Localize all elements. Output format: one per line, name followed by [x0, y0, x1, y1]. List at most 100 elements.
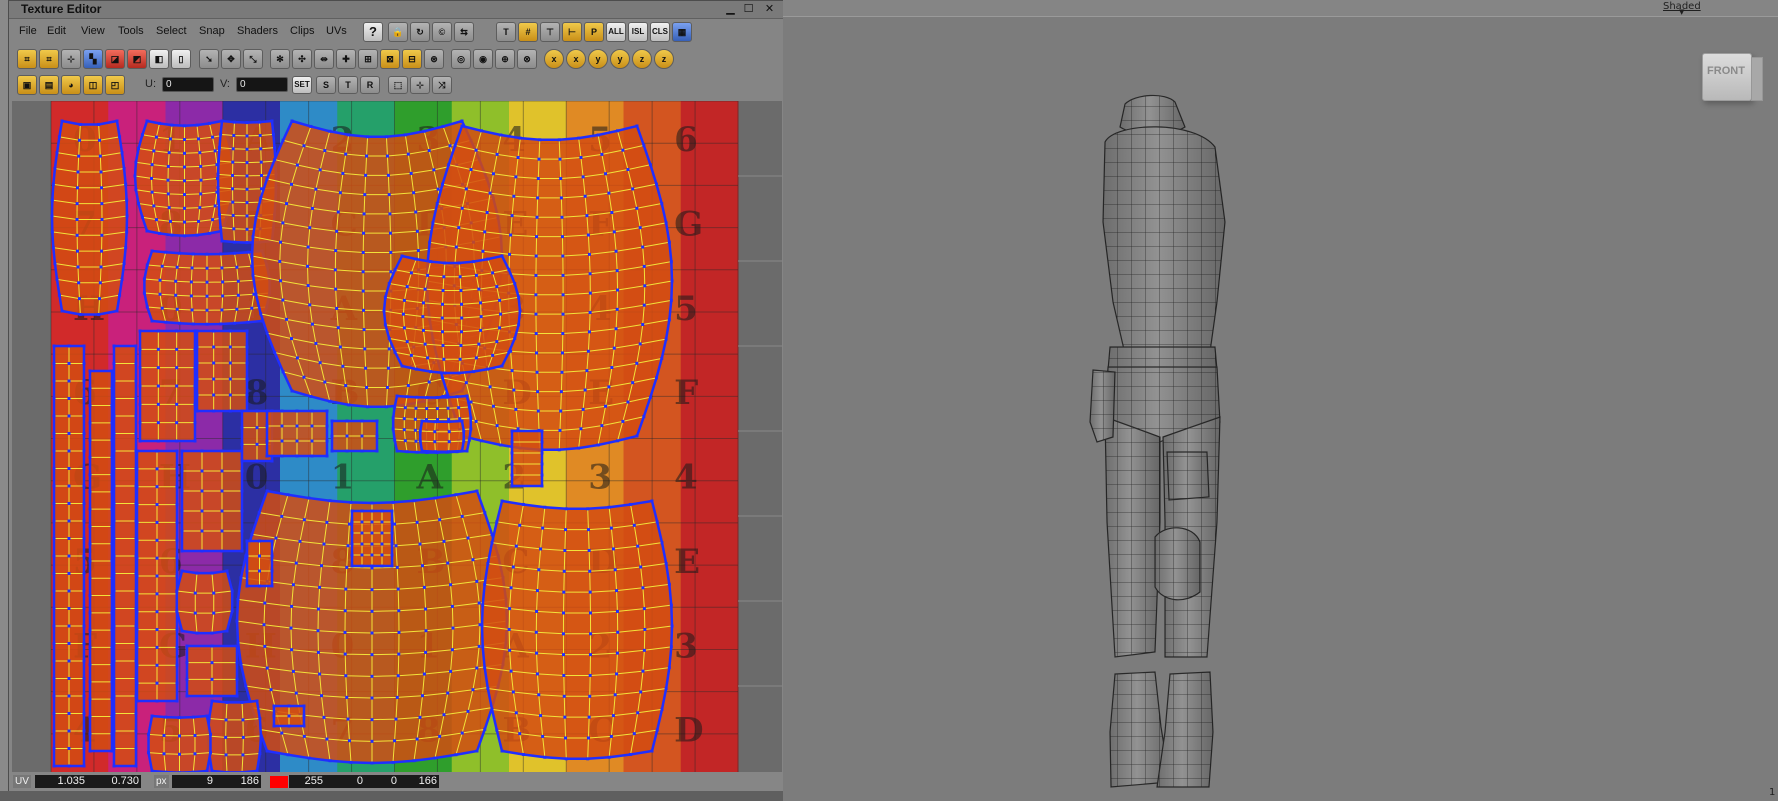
- view-cube-front-face[interactable]: [1702, 53, 1752, 101]
- y-minus-icon[interactable]: y: [610, 49, 630, 69]
- checker-icon[interactable]: ▚: [83, 49, 103, 69]
- merge-icon[interactable]: ⊞: [358, 49, 378, 69]
- move-icon[interactable]: ✥: [221, 49, 241, 69]
- uv-shell[interactable]: [112, 344, 138, 768]
- uv-shell[interactable]: [185, 644, 239, 698]
- uv-shell[interactable]: [52, 344, 86, 768]
- cross-icon[interactable]: ✚: [336, 49, 356, 69]
- planar-icon[interactable]: ◰: [105, 75, 125, 95]
- uv-shell[interactable]: [382, 254, 522, 375]
- y-plus-icon[interactable]: y: [588, 49, 608, 69]
- menu-edit[interactable]: Edit: [47, 25, 66, 37]
- flip-icon[interactable]: ◪: [105, 49, 125, 69]
- bbox-icon[interactable]: ⬚: [388, 76, 408, 94]
- uv-shell[interactable]: [138, 329, 197, 443]
- uv-canvas[interactable]: 01A2345678BCDEFGH01A2345678BCDEFGH01A234…: [12, 101, 782, 776]
- pack-icon[interactable]: ⊛: [424, 49, 444, 69]
- view-cube-side-face[interactable]: [1751, 57, 1763, 101]
- text-tool-icon[interactable]: T: [496, 22, 516, 42]
- frame-all-icon[interactable]: ◉: [473, 49, 493, 69]
- 3d-viewport[interactable]: Shaded ▼ FRONT 1: [783, 0, 1778, 801]
- mirror-icon[interactable]: ◩: [127, 49, 147, 69]
- uv-shell[interactable]: [330, 419, 379, 453]
- uv-shell[interactable]: [88, 369, 114, 753]
- help-icon[interactable]: ?: [363, 22, 383, 42]
- swap-icon[interactable]: ⇆: [454, 22, 474, 42]
- px-label: px: [154, 775, 169, 788]
- menu-uvs[interactable]: UVs: [326, 25, 347, 37]
- uv-shell[interactable]: [50, 119, 129, 316]
- maximize-icon[interactable]: ☐: [740, 2, 757, 16]
- select-arrow-icon[interactable]: ➘: [199, 49, 219, 69]
- uv-shell[interactable]: [175, 569, 234, 635]
- menu-snap[interactable]: Snap: [199, 25, 225, 37]
- select-island-button[interactable]: ISL: [628, 22, 648, 42]
- pinch-icon[interactable]: ✣: [292, 49, 312, 69]
- chevron-down-icon[interactable]: ▼: [1679, 8, 1684, 16]
- menu-tools[interactable]: Tools: [118, 25, 144, 37]
- uv-shell[interactable]: [480, 499, 674, 761]
- uv-shell[interactable]: [147, 714, 212, 775]
- link-icon[interactable]: ▯: [171, 49, 191, 69]
- snap-grid-icon[interactable]: ⌗: [39, 49, 59, 69]
- s-tool-icon[interactable]: S: [316, 76, 336, 94]
- uv-shell[interactable]: [350, 509, 394, 568]
- menu-clips[interactable]: Clips: [290, 25, 314, 37]
- project-icon[interactable]: ▤: [39, 75, 59, 95]
- pivot-move-icon[interactable]: ⊹: [410, 76, 430, 94]
- window-titlebar[interactable]: Texture Editor ▁ ☐ ✕: [9, 1, 786, 19]
- scale-icon[interactable]: ⤡: [243, 49, 263, 69]
- menu-file[interactable]: File: [19, 25, 37, 37]
- u-field[interactable]: 0: [162, 77, 214, 92]
- menu-select[interactable]: Select: [156, 25, 187, 37]
- snap-uv-icon[interactable]: ⌗: [17, 49, 37, 69]
- z-plus-icon[interactable]: z: [632, 49, 652, 69]
- minimize-icon[interactable]: ▁: [722, 2, 739, 16]
- uv-layout[interactable]: 01A2345678BCDEFGH01A2345678BCDEFGH01A234…: [12, 101, 782, 776]
- fit-icon[interactable]: ⊕: [495, 49, 515, 69]
- uv-shell[interactable]: [195, 329, 249, 413]
- refresh-icon[interactable]: ↻: [410, 22, 430, 42]
- cylinder-icon[interactable]: ◫: [83, 75, 103, 95]
- lock-icon[interactable]: 🔒: [388, 22, 408, 42]
- x-minus-icon[interactable]: x: [566, 49, 586, 69]
- pivot-icon[interactable]: P: [584, 22, 604, 42]
- z-minus-icon[interactable]: z: [654, 49, 674, 69]
- r-tool-icon[interactable]: R: [360, 76, 380, 94]
- select-all-button[interactable]: ALL: [606, 22, 626, 42]
- transform-icon[interactable]: ⤨: [432, 76, 452, 94]
- snap-point-icon[interactable]: ⊹: [61, 49, 81, 69]
- stitch-icon[interactable]: ⇹: [314, 49, 334, 69]
- uv-shell[interactable]: [265, 409, 329, 458]
- relax-icon[interactable]: ✻: [270, 49, 290, 69]
- frame-icon[interactable]: ◎: [451, 49, 471, 69]
- box-icon[interactable]: ▣: [17, 75, 37, 95]
- uv-shell[interactable]: [272, 704, 306, 728]
- view-cube[interactable]: FRONT: [1696, 45, 1764, 105]
- character-model[interactable]: [1075, 92, 1265, 797]
- x-plus-icon[interactable]: x: [544, 49, 564, 69]
- menu-view[interactable]: View: [81, 25, 105, 37]
- uv-shell[interactable]: [418, 419, 466, 454]
- t-tool-icon[interactable]: T: [338, 76, 358, 94]
- zoom-icon[interactable]: ⊗: [517, 49, 537, 69]
- v-field[interactable]: 0: [236, 77, 288, 92]
- grid-icon[interactable]: ▦: [672, 22, 692, 42]
- uv-shell[interactable]: [245, 539, 274, 588]
- select-cluster-button[interactable]: CLS: [650, 22, 670, 42]
- set-button[interactable]: SET: [292, 76, 312, 94]
- grid-snap-icon[interactable]: #: [518, 22, 538, 42]
- unfold-icon[interactable]: ⊠: [380, 49, 400, 69]
- copy-icon[interactable]: ©: [432, 22, 452, 42]
- stretch-icon[interactable]: ◧: [149, 49, 169, 69]
- layout-icon[interactable]: ⊟: [402, 49, 422, 69]
- uv-shell[interactable]: [206, 699, 263, 774]
- menu-shaders[interactable]: Shaders: [237, 25, 278, 37]
- close-icon[interactable]: ✕: [761, 2, 778, 16]
- uv-shell[interactable]: [510, 429, 544, 488]
- uv-shell[interactable]: [180, 449, 244, 553]
- pin-icon[interactable]: ⊢: [562, 22, 582, 42]
- align-top-icon[interactable]: ⊤: [540, 22, 560, 42]
- sphere-icon[interactable]: ◕: [61, 75, 81, 95]
- uv-shell[interactable]: [135, 449, 179, 703]
